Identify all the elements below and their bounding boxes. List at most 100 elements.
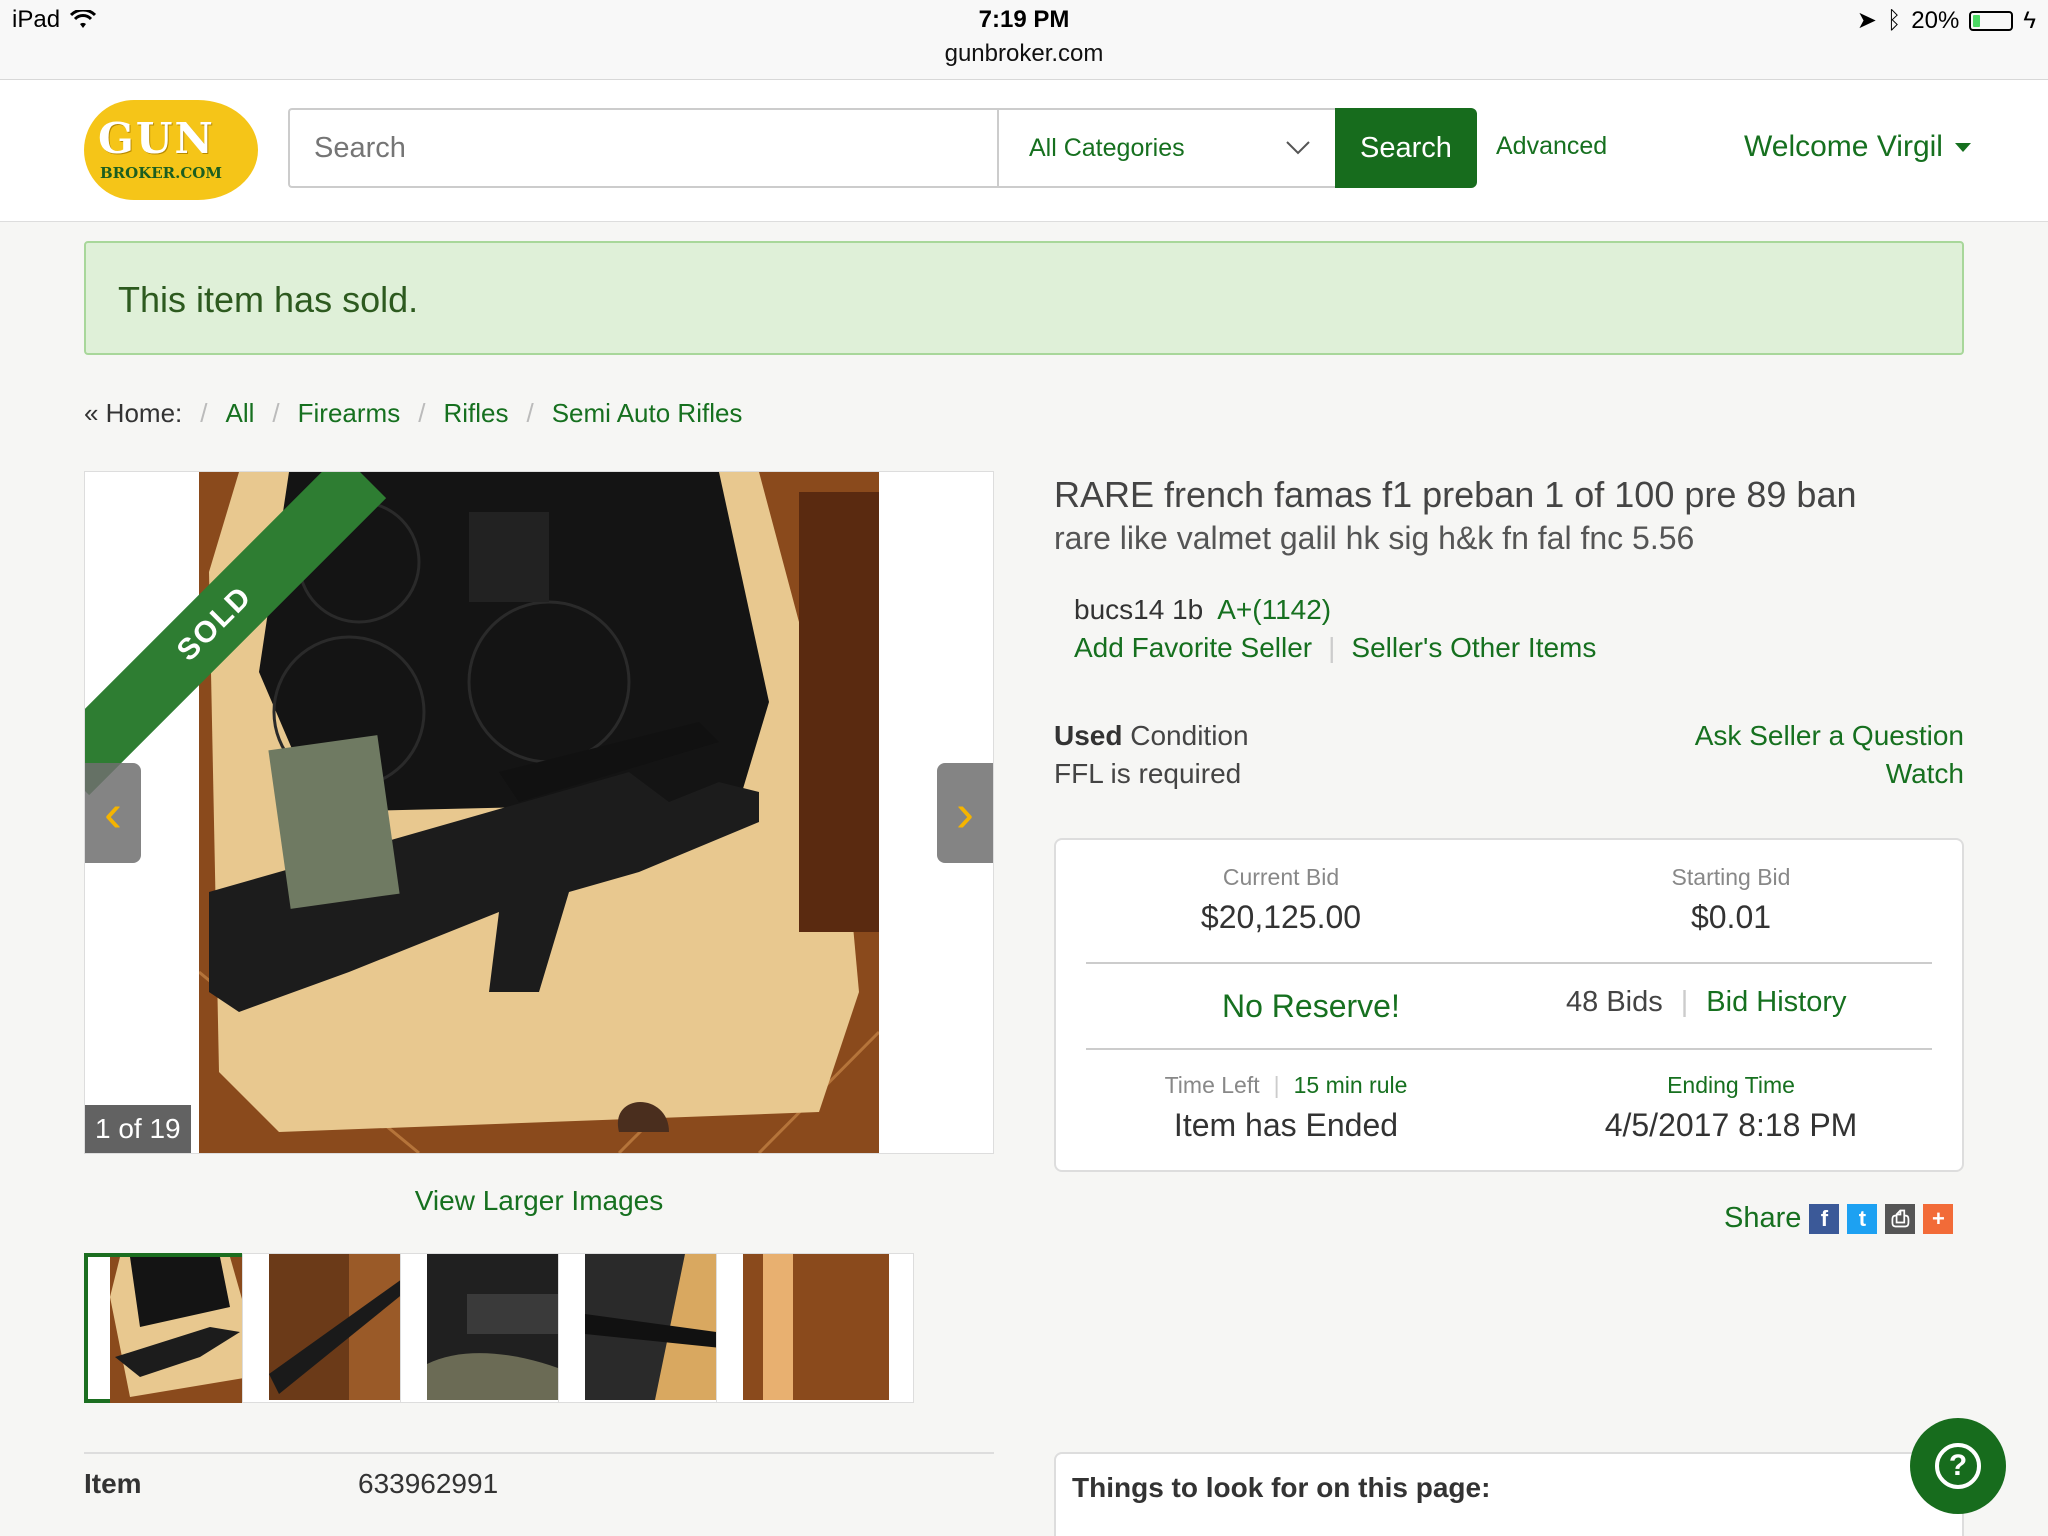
link-separator: |	[1680, 986, 1689, 1018]
breadcrumb-firearms[interactable]: Firearms	[298, 398, 401, 429]
starting-bid: Starting Bid $0.01	[1616, 864, 1846, 936]
welcome-text: Welcome Virgil	[1744, 130, 1943, 163]
item-number-row: Item 633962991	[84, 1454, 994, 1500]
things-heading: Things to look for on this page:	[1072, 1472, 1491, 1503]
things-to-look-for-panel: Things to look for on this page:	[1054, 1452, 1964, 1536]
no-reserve-label: No Reserve!	[1222, 988, 1400, 1024]
item-details-table: Item 633962991	[84, 1452, 994, 1500]
battery-level	[1973, 14, 1981, 27]
category-selected-value: All Categories	[1029, 133, 1185, 162]
question-mark-icon: ?	[1935, 1443, 1981, 1489]
watch-link[interactable]: Watch	[1886, 758, 1964, 790]
thumbnail-image	[269, 1254, 415, 1400]
search-field-wrapper	[288, 108, 998, 188]
site-header: GUN BROKER.COM All Categories Search Adv…	[0, 80, 2048, 222]
image-counter: 1 of 19	[85, 1105, 191, 1153]
fifteen-min-rule-link[interactable]: 15 min rule	[1294, 1072, 1408, 1099]
battery-percent: 20%	[1911, 6, 1960, 34]
seller-info: bucs14 1b A+(1142)	[1074, 594, 1331, 626]
search-input[interactable]	[290, 110, 998, 186]
thumbnail-strip	[84, 1253, 994, 1403]
starting-bid-value: $0.01	[1690, 899, 1772, 935]
chevron-left-icon: ‹	[104, 783, 122, 843]
condition-value: Used	[1054, 720, 1123, 751]
bid-count: 48 Bids	[1566, 986, 1663, 1018]
charging-icon: ϟ	[2023, 6, 2036, 34]
breadcrumb-separator: /	[526, 398, 534, 428]
address-bar-url[interactable]: gunbroker.com	[0, 40, 2048, 68]
ios-status-bar: iPad 7:19 PM gunbroker.com ➤ ᛒ 20% ϟ	[0, 0, 2048, 80]
share-label: Share	[1724, 1202, 1802, 1234]
breadcrumb: « Home: / All / Firearms / Rifles / Semi…	[84, 398, 742, 429]
logo-subtext: BROKER.COM	[100, 164, 222, 182]
twitter-icon[interactable]: t	[1847, 1203, 1878, 1234]
share-bar: Share f t ⎙ +	[1724, 1202, 1954, 1235]
current-bid: Current Bid $20,125.00	[1156, 864, 1406, 936]
ask-seller-link[interactable]: Ask Seller a Question	[1695, 720, 1964, 752]
condition-label: Condition	[1130, 720, 1249, 751]
item-number-value: 633962991	[358, 1468, 499, 1499]
breadcrumb-separator: /	[418, 398, 426, 428]
bid-history-link[interactable]: Bid History	[1706, 986, 1846, 1019]
add-favorite-seller-link[interactable]: Add Favorite Seller	[1074, 632, 1312, 664]
seller-name[interactable]: bucs14 1b	[1074, 594, 1203, 625]
current-bid-label: Current Bid	[1222, 864, 1340, 890]
breadcrumb-rifles[interactable]: Rifles	[443, 398, 508, 429]
advanced-search-link[interactable]: Advanced	[1496, 132, 1607, 161]
search-button[interactable]: Search	[1335, 108, 1477, 188]
status-right: ➤ ᛒ 20% ϟ	[1857, 6, 2036, 35]
next-image-button[interactable]: ›	[937, 763, 993, 863]
category-select[interactable]: All Categories	[997, 108, 1337, 188]
condition: Used Condition	[1054, 720, 1249, 752]
breadcrumb-home[interactable]: « Home:	[84, 398, 182, 429]
prev-image-button[interactable]: ‹	[85, 763, 141, 863]
caret-down-icon	[1954, 142, 1971, 152]
ending-time-label: Ending Time	[1667, 1072, 1795, 1098]
ending-time-value: 4/5/2017 8:18 PM	[1604, 1107, 1858, 1143]
time-left-header: Time Left | 15 min rule	[1136, 1072, 1436, 1099]
help-button[interactable]: ?	[1910, 1418, 2006, 1514]
account-menu[interactable]: Welcome Virgil	[1744, 130, 1971, 164]
location-icon: ➤	[1856, 7, 1877, 34]
clock: 7:19 PM	[978, 6, 1070, 33]
divider	[1086, 962, 1932, 964]
view-larger-images-link[interactable]: View Larger Images	[84, 1185, 994, 1217]
battery-icon	[1969, 10, 2014, 31]
bid-summary-box: Current Bid $20,125.00 Starting Bid $0.0…	[1054, 838, 1964, 1172]
thumbnail-image	[585, 1254, 731, 1400]
breadcrumb-separator: /	[272, 398, 280, 428]
gunbroker-logo[interactable]: GUN BROKER.COM	[84, 100, 258, 200]
link-separator: |	[1273, 1072, 1280, 1098]
item-number-label: Item	[84, 1468, 142, 1499]
listing-subtitle: rare like valmet galil hk sig h&k fn fal…	[1054, 520, 1695, 556]
time-left-value: Item has Ended	[1173, 1107, 1399, 1143]
seller-other-items-link[interactable]: Seller's Other Items	[1351, 632, 1596, 664]
breadcrumb-semi-auto-rifles[interactable]: Semi Auto Rifles	[552, 398, 743, 429]
bluetooth-icon: ᛒ	[1886, 6, 1902, 34]
main-image-gallery: SOLD ‹ › 1 of 19	[84, 471, 994, 1154]
thumbnail-image	[743, 1254, 889, 1400]
seller-links: Add Favorite Seller | Seller's Other Ite…	[1074, 632, 1596, 664]
listing-title: RARE french famas f1 preban 1 of 100 pre…	[1054, 474, 1857, 515]
bid-count-row: 48 Bids | Bid History	[1566, 986, 1846, 1019]
facebook-icon[interactable]: f	[1809, 1203, 1840, 1234]
print-icon[interactable]: ⎙	[1885, 1203, 1916, 1234]
time-left-label: Time Left	[1164, 1072, 1260, 1098]
thumbnail-5[interactable]	[716, 1253, 914, 1403]
divider	[1086, 1048, 1932, 1050]
link-separator: |	[1328, 632, 1336, 663]
thumbnail-image	[427, 1254, 573, 1400]
breadcrumb-separator: /	[200, 398, 208, 428]
chevron-down-icon	[1286, 141, 1310, 155]
time-left: Time Left | 15 min rule Item has Ended	[1136, 1072, 1436, 1144]
ffl-requirement: FFL is required	[1054, 758, 1242, 789]
sold-alert-text: This item has sold.	[118, 279, 419, 320]
logo-wordmark: GUN	[98, 114, 215, 163]
ending-time: Ending Time 4/5/2017 8:18 PM	[1546, 1072, 1916, 1144]
seller-rating[interactable]: A+(1142)	[1217, 594, 1331, 625]
chevron-right-icon: ›	[956, 783, 974, 843]
sold-alert: This item has sold.	[84, 241, 1964, 355]
more-share-icon[interactable]: +	[1923, 1203, 1954, 1234]
starting-bid-label: Starting Bid	[1671, 864, 1791, 890]
breadcrumb-all[interactable]: All	[226, 398, 255, 429]
